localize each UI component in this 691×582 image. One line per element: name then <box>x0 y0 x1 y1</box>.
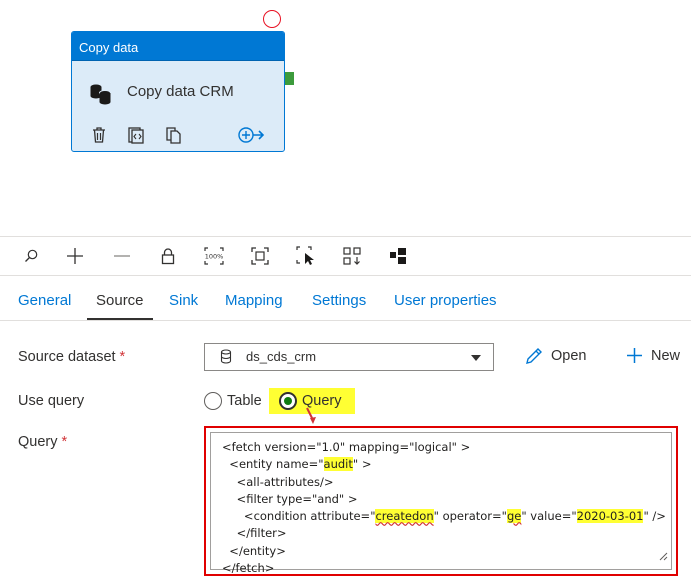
tab-user-properties[interactable]: User properties <box>394 292 497 309</box>
query-line: </entity> <box>222 543 666 560</box>
query-textarea[interactable]: <fetch version="1.0" mapping="logical" >… <box>210 432 672 575</box>
tab-mapping[interactable]: Mapping <box>225 292 283 309</box>
radio-table-circle[interactable] <box>204 392 222 410</box>
query-token: </filter> <box>222 526 287 541</box>
query-token: <entity name=" <box>222 457 324 472</box>
properties-tabs: General Source Sink Mapping Settings Use… <box>0 277 691 321</box>
plus-icon <box>627 348 642 363</box>
lock-icon[interactable] <box>157 245 179 267</box>
layout-icon[interactable] <box>388 245 410 267</box>
zoom-in-icon[interactable] <box>64 245 86 267</box>
success-output-handle[interactable] <box>285 72 294 85</box>
tab-settings[interactable]: Settings <box>312 292 366 309</box>
search-icon[interactable] <box>20 245 42 267</box>
tab-source[interactable]: Source <box>96 292 144 309</box>
query-token: " > <box>352 457 372 472</box>
new-label: New <box>651 347 681 364</box>
copy-data-activity[interactable]: Copy data Copy data CRM <box>71 31 285 152</box>
source-dataset-value: ds_cds_crm <box>246 349 317 364</box>
fit-to-window-icon[interactable] <box>249 245 271 267</box>
radio-query-circle[interactable] <box>279 392 297 410</box>
resize-grip-icon[interactable] <box>658 548 668 566</box>
query-label-text: Query <box>18 434 58 450</box>
auto-align-icon[interactable] <box>341 245 363 267</box>
query-line: <condition attribute="createdon" operato… <box>222 508 666 525</box>
query-token: " operator=" <box>433 509 507 524</box>
query-line: </filter> <box>222 525 666 542</box>
query-line: </fetch> <box>222 560 666 577</box>
dataset-icon <box>220 349 232 369</box>
open-label: Open <box>551 348 587 364</box>
query-token: " value=" <box>521 509 577 524</box>
database-icon <box>88 82 114 106</box>
zoom-100-icon[interactable]: 100% <box>203 245 225 267</box>
source-dataset-select[interactable]: ds_cds_crm <box>204 343 494 371</box>
query-token: " /> <box>643 509 666 524</box>
highlighted-token: ge <box>506 509 522 524</box>
source-dataset-label: Source dataset * <box>18 349 125 365</box>
radio-table[interactable]: Table <box>204 390 262 412</box>
add-output-icon[interactable] <box>237 126 265 144</box>
query-token: <condition attribute=" <box>222 509 376 524</box>
svg-text:100%: 100% <box>205 253 224 261</box>
use-query-label: Use query <box>18 393 85 409</box>
highlighted-token: 2020-03-01 <box>576 509 644 524</box>
query-editor-annotation: <fetch version="1.0" mapping="logical" >… <box>204 426 678 576</box>
highlighted-token: audit <box>323 457 353 472</box>
edit-pencil-icon <box>526 348 542 364</box>
tab-general[interactable]: General <box>18 292 71 309</box>
query-token: <all-attributes/> <box>222 474 334 489</box>
annotation-circle <box>263 10 281 28</box>
activity-type-label: Copy data <box>72 32 284 61</box>
activity-name: Copy data CRM <box>127 83 234 100</box>
radio-table-label: Table <box>227 393 262 409</box>
chevron-down-icon <box>471 355 481 361</box>
zoom-out-icon[interactable] <box>111 245 133 267</box>
active-tab-indicator <box>87 318 153 320</box>
query-token: </fetch> <box>222 561 275 576</box>
code-icon[interactable] <box>127 126 145 144</box>
highlighted-token: createdon <box>375 509 434 524</box>
select-icon[interactable] <box>295 245 317 267</box>
query-line: <entity name="audit" > <box>222 456 666 473</box>
query-token: <filter type="and" > <box>222 491 358 506</box>
open-dataset-button[interactable]: Open <box>525 347 586 365</box>
source-dataset-label-text: Source dataset <box>18 349 116 365</box>
query-token: <fetch version="1.0" mapping="logical" > <box>222 440 471 454</box>
query-line: <fetch version="1.0" mapping="logical" > <box>222 439 666 456</box>
canvas-toolbar: 100% <box>0 236 691 276</box>
tab-sink[interactable]: Sink <box>169 292 198 309</box>
copy-icon[interactable] <box>165 126 183 144</box>
query-label: Query * <box>18 434 67 450</box>
query-code: <fetch version="1.0" mapping="logical" >… <box>222 439 666 577</box>
required-mark: * <box>119 349 126 365</box>
new-dataset-button[interactable]: New <box>626 347 680 364</box>
required-mark: * <box>61 434 68 450</box>
delete-icon[interactable] <box>91 126 109 144</box>
query-line: <all-attributes/> <box>222 474 666 491</box>
query-line: <filter type="and" > <box>222 491 666 508</box>
query-token: </entity> <box>222 543 286 558</box>
pipeline-canvas[interactable]: Copy data Copy data CRM <box>0 0 691 236</box>
